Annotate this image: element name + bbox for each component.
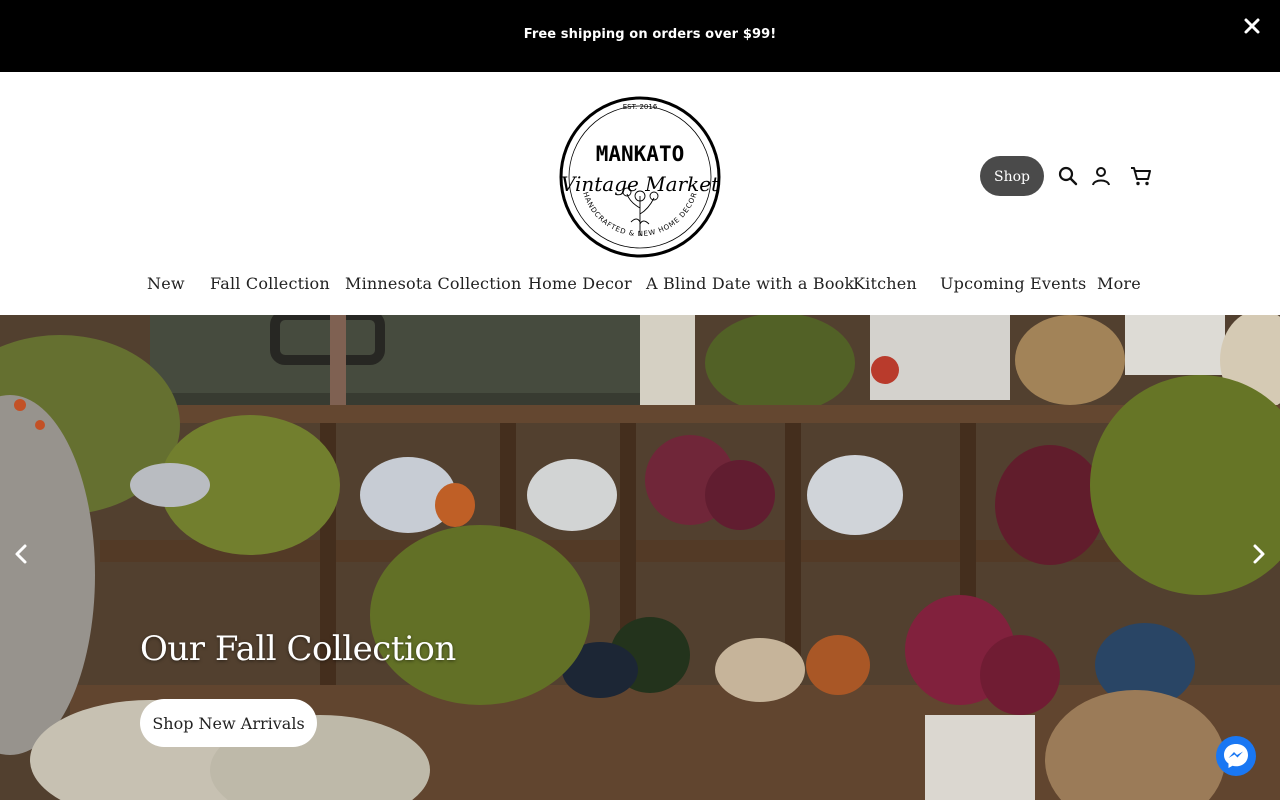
main-nav: New Fall Collection Minnesota Collection… <box>0 274 1280 298</box>
hero-slideshow: Our Fall Collection Shop New Arrivals <box>0 315 1280 800</box>
shop-button[interactable]: Shop <box>980 156 1044 196</box>
messenger-chat-icon[interactable] <box>1216 736 1256 776</box>
nav-item-fall-collection[interactable]: Fall Collection <box>210 274 330 293</box>
announcement-text: Free shipping on orders over $99! <box>523 27 777 42</box>
nav-item-upcoming-events[interactable]: Upcoming Events <box>940 274 1086 293</box>
search-icon[interactable] <box>1056 164 1080 188</box>
announcement-bar: Free shipping on orders over $99! <box>0 0 1280 72</box>
shop-new-arrivals-button[interactable]: Shop New Arrivals <box>140 699 317 747</box>
logo-est: EST. 2016 <box>623 103 658 111</box>
nav-item-home-decor[interactable]: Home Decor <box>528 274 632 293</box>
nav-item-more[interactable]: More <box>1097 274 1141 293</box>
nav-item-kitchen[interactable]: Kitchen <box>853 274 917 293</box>
nav-item-new[interactable]: New <box>147 274 185 293</box>
account-icon[interactable] <box>1089 164 1113 188</box>
hero-title: Our Fall Collection <box>140 629 456 669</box>
close-icon[interactable] <box>1241 15 1263 37</box>
site-header: EST. 2016 MANKATO Vintage Market HANDCRA… <box>0 72 1280 315</box>
logo-name: MANKATO <box>596 142 685 166</box>
next-slide-icon[interactable] <box>1246 542 1270 566</box>
nav-item-blind-date-book[interactable]: A Blind Date with a Book <box>646 274 854 293</box>
cart-icon[interactable] <box>1129 164 1153 188</box>
nav-item-minnesota-collection[interactable]: Minnesota Collection <box>345 274 522 293</box>
previous-slide-icon[interactable] <box>10 542 34 566</box>
logo[interactable]: EST. 2016 MANKATO Vintage Market HANDCRA… <box>559 96 721 258</box>
